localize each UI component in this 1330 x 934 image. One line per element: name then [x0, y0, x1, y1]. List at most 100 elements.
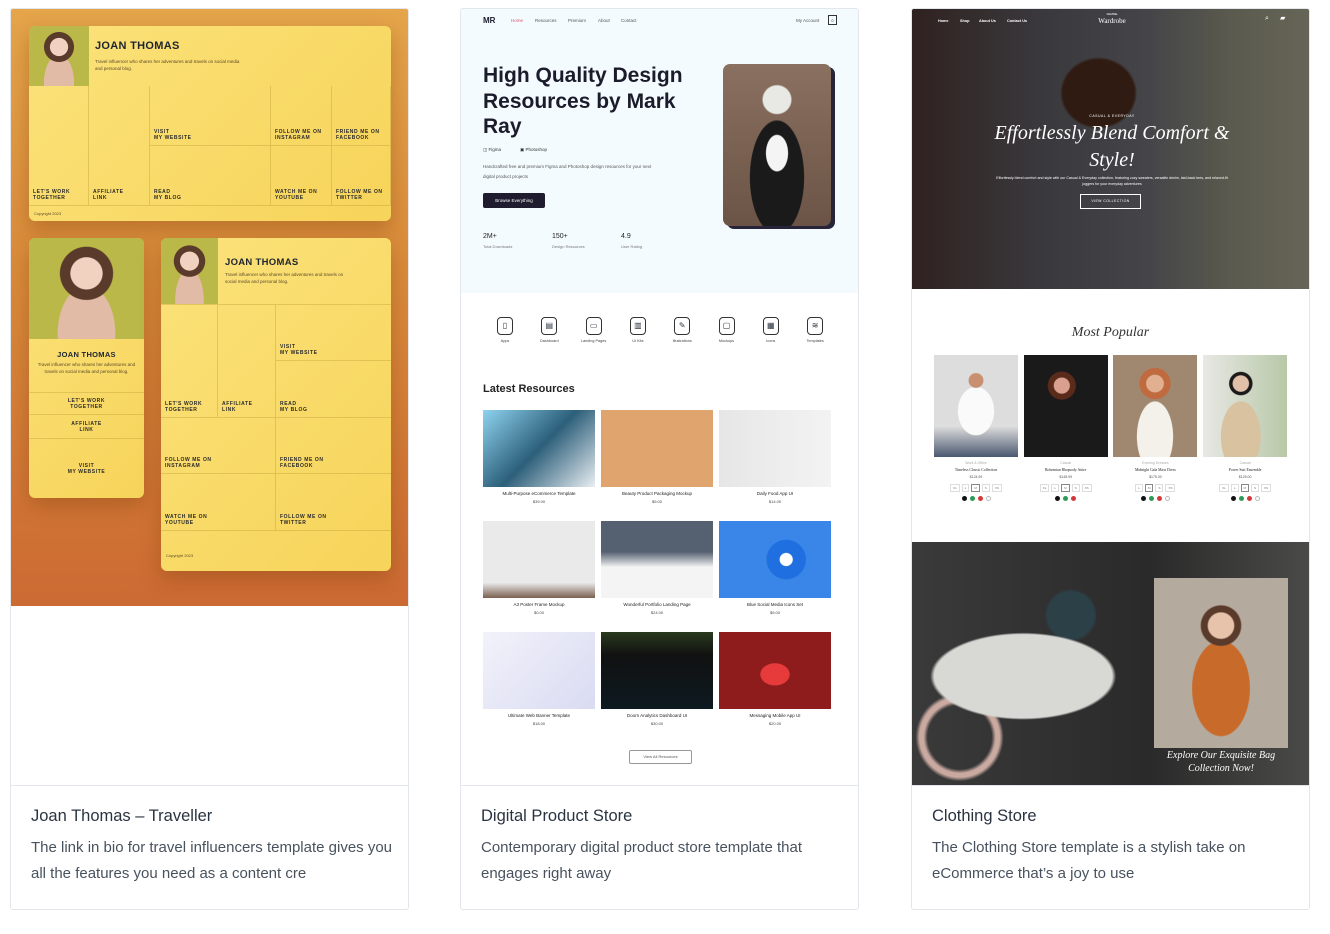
- product-image[interactable]: [1113, 355, 1198, 457]
- product-image[interactable]: [934, 355, 1018, 457]
- size-option-xs[interactable]: XS: [1261, 484, 1272, 492]
- resource-item[interactable]: Ultimate Web Banner Template $18.00: [483, 632, 595, 726]
- size-option-m[interactable]: M: [1144, 484, 1154, 492]
- category-apps[interactable]: ▯ Apps: [485, 317, 525, 343]
- resource-item[interactable]: Doorn Analytics Dashboard UI $30.00: [601, 632, 713, 726]
- category-icons[interactable]: ▦ Icons: [751, 317, 791, 343]
- nav-item-home[interactable]: Home: [511, 18, 523, 23]
- template-card-joan-thomas[interactable]: JOAN THOMAS Travel influencer who shares…: [10, 8, 409, 910]
- cart-icon[interactable]: 0: [828, 15, 837, 25]
- product-card[interactable]: Casual Bohemian Rhapsody Attire $148.99 XL L…: [1023, 355, 1108, 501]
- logo[interactable]: MR: [483, 16, 495, 25]
- resource-item[interactable]: A3 Poster Frame Mockup $0.00: [483, 521, 595, 615]
- nav-item-about-us[interactable]: About Us: [979, 19, 996, 23]
- view-all-resources-button[interactable]: View All Resources: [629, 750, 692, 764]
- template-preview[interactable]: JOAN THOMAS Travel influencer who shares…: [11, 9, 408, 786]
- nav-item-shop[interactable]: Shop: [960, 19, 970, 23]
- link-instagram[interactable]: FOLLOW ME ON INSTAGRAM: [271, 86, 332, 146]
- resource-item[interactable]: Blue Social Media Icons Set $9.00: [719, 521, 831, 615]
- link-website[interactable]: VISIT MY WEBSITE: [150, 86, 271, 146]
- product-card[interactable]: Evening Dresses Midnight Gala Maxi Dress $…: [1113, 355, 1198, 501]
- cart-icon[interactable]: ▰: [1280, 14, 1285, 22]
- color-swatch[interactable]: [1055, 496, 1061, 501]
- product-card[interactable]: Casual Power Suit Ensemble $125.00 XL L M S XS: [1203, 355, 1288, 501]
- link-work-together[interactable]: LET'S WORK TOGETHER: [29, 392, 144, 415]
- nav-item-premium[interactable]: Premium: [568, 18, 586, 23]
- color-swatch[interactable]: [985, 496, 991, 501]
- template-card-digital-product-store[interactable]: MR Home Resources Premium About Contact My A…: [460, 8, 859, 910]
- color-swatch[interactable]: [1164, 496, 1170, 501]
- nav-item-resources[interactable]: Resources: [535, 18, 557, 23]
- nav-item-home[interactable]: Home: [938, 19, 949, 23]
- search-icon[interactable]: ⌕: [1265, 15, 1269, 23]
- size-option-l[interactable]: L: [961, 484, 970, 492]
- category-illustrations[interactable]: ✎ Illustrations: [662, 317, 702, 343]
- browse-everything-button[interactable]: Browse Everything: [483, 193, 545, 208]
- link-affiliate[interactable]: AFFILIATE LINK: [29, 415, 144, 439]
- category-dashboard[interactable]: ▤ Dashboard: [529, 317, 569, 343]
- product-name[interactable]: Power Suit Ensemble: [1203, 468, 1287, 472]
- template-preview[interactable]: Home Shop About Us Contact Us FEMME Wardrob…: [912, 9, 1309, 786]
- product-card[interactable]: Work & Office Timeless Classic Collection…: [934, 355, 1018, 501]
- color-swatch[interactable]: [1148, 496, 1154, 501]
- category-templates[interactable]: ≋ Templates: [795, 317, 835, 343]
- link-website[interactable]: VISIT MY WEBSITE: [276, 304, 391, 361]
- link-twitter[interactable]: FOLLOW ME ON TWITTER: [332, 146, 391, 206]
- size-option-xs[interactable]: XS: [1165, 484, 1176, 492]
- resource-item[interactable]: Messaging Mobile App UI $20.00: [719, 632, 831, 726]
- size-option-m[interactable]: M: [1240, 484, 1249, 492]
- link-youtube[interactable]: WATCH ME ON YOUTUBE: [271, 146, 332, 206]
- size-option-xl[interactable]: XL: [950, 484, 960, 492]
- link-facebook[interactable]: FRIEND ME ON FACEBOOK: [276, 418, 391, 474]
- link-affiliate[interactable]: AFFILIATE LINK: [89, 86, 150, 206]
- color-swatch[interactable]: [969, 496, 975, 501]
- product-image[interactable]: [1203, 355, 1288, 457]
- link-twitter[interactable]: FOLLOW ME ON TWITTER: [276, 474, 391, 531]
- size-option-l[interactable]: L: [1051, 484, 1060, 492]
- size-option-s[interactable]: S: [1071, 484, 1080, 492]
- size-option-xs[interactable]: XS: [991, 484, 1002, 492]
- product-image[interactable]: [1023, 355, 1108, 457]
- link-youtube[interactable]: WATCH ME ON YOUTUBE: [161, 474, 276, 531]
- size-option-xs[interactable]: XS: [1081, 484, 1092, 492]
- size-option-s[interactable]: S: [1155, 484, 1164, 492]
- link-instagram[interactable]: FOLLOW ME ON INSTAGRAM: [161, 418, 276, 474]
- nav-item-contact-us[interactable]: Contact Us: [1007, 19, 1027, 23]
- size-option-l[interactable]: L: [1230, 484, 1239, 492]
- color-swatch[interactable]: [1071, 496, 1077, 501]
- category-mockups[interactable]: ▢ Mockups: [707, 317, 747, 343]
- color-swatch[interactable]: [1140, 496, 1146, 501]
- color-swatch[interactable]: [961, 496, 967, 501]
- resource-item[interactable]: Multi-Purpose eCommerce Template $39.00: [483, 410, 595, 504]
- link-affiliate[interactable]: AFFILIATE LINK: [218, 304, 276, 418]
- link-work-together[interactable]: LET'S WORK TOGETHER: [29, 86, 89, 206]
- size-option-s[interactable]: S: [981, 484, 990, 492]
- color-swatch[interactable]: [1254, 496, 1260, 501]
- link-work-together[interactable]: LET'S WORK TOGETHER: [161, 304, 218, 418]
- nav-item-contact[interactable]: Contact: [621, 18, 637, 23]
- color-swatch[interactable]: [1238, 496, 1244, 501]
- color-swatch[interactable]: [977, 496, 983, 501]
- product-name[interactable]: Midnight Gala Maxi Dress: [1113, 468, 1197, 472]
- link-facebook[interactable]: FRIEND ME ON FACEBOOK: [332, 86, 391, 146]
- my-account-link[interactable]: My Account: [796, 18, 819, 23]
- size-option-xl[interactable]: XL: [1219, 484, 1229, 492]
- card-title[interactable]: Joan Thomas – Traveller: [31, 807, 392, 826]
- category-ui-kits[interactable]: ▥ UI Kits: [618, 317, 658, 343]
- color-swatch[interactable]: [1230, 496, 1236, 501]
- link-website[interactable]: VISIT MY WEBSITE: [29, 439, 144, 498]
- resource-item[interactable]: Daily Food App UI $14.00: [719, 410, 831, 504]
- card-title[interactable]: Clothing Store: [932, 807, 1293, 826]
- brand-logo[interactable]: Wardrobe: [1077, 17, 1147, 25]
- resource-item[interactable]: Beauty Product Packaging Mockup $9.00: [601, 410, 713, 504]
- category-landing-pages[interactable]: ▭ Landing Pages: [574, 317, 614, 343]
- template-preview[interactable]: MR Home Resources Premium About Contact My A…: [461, 9, 858, 786]
- product-name[interactable]: Bohemian Rhapsody Attire: [1024, 468, 1108, 472]
- size-option-m[interactable]: M: [971, 484, 980, 492]
- template-card-clothing-store[interactable]: Home Shop About Us Contact Us FEMME Wardrob…: [911, 8, 1310, 910]
- link-blog[interactable]: READ MY BLOG: [276, 361, 391, 418]
- color-swatch[interactable]: [1246, 496, 1252, 501]
- product-name[interactable]: Timeless Classic Collection: [934, 468, 1018, 472]
- color-swatch[interactable]: [1063, 496, 1069, 501]
- card-title[interactable]: Digital Product Store: [481, 807, 842, 826]
